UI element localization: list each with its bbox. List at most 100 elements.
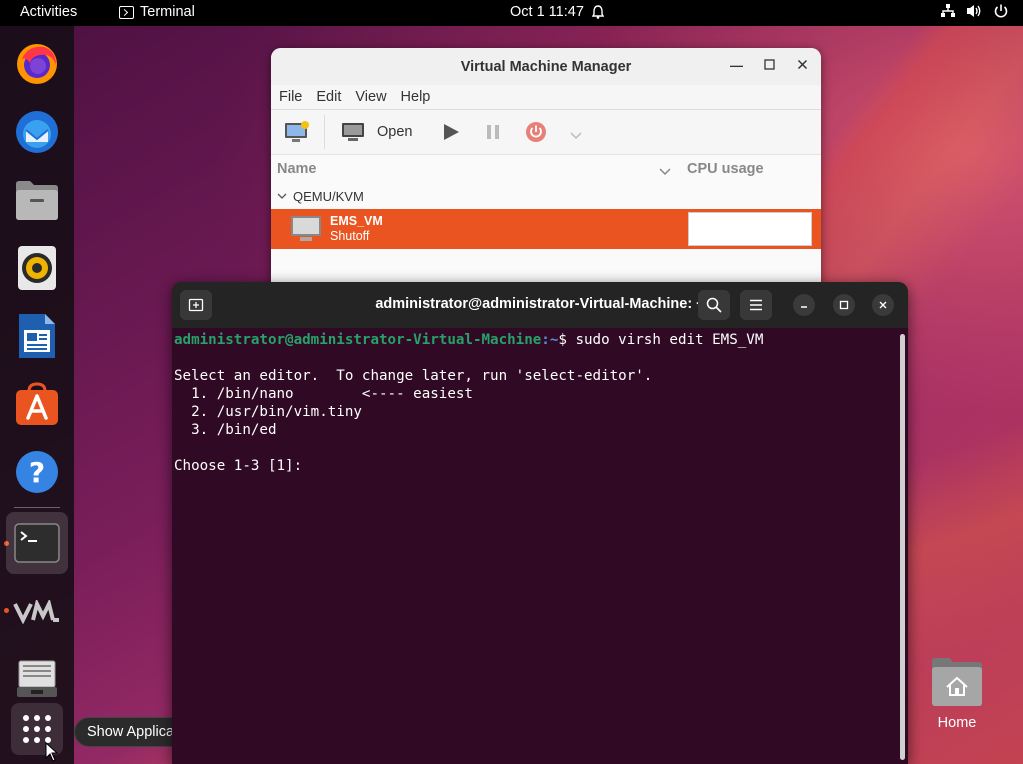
cpu-usage-graph	[688, 212, 812, 246]
chevron-down-icon	[570, 132, 582, 140]
top-bar: Activities Terminal Oct 1 11:47	[0, 0, 1023, 26]
prompt-user: administrator@administrator-Virtual-Mach…	[174, 332, 542, 348]
dock-virt-manager[interactable]	[11, 586, 63, 638]
vmm-titlebar[interactable]: Virtual Machine Manager —	[271, 48, 821, 85]
open-button[interactable]: Open	[341, 122, 412, 142]
shutdown-button[interactable]	[525, 121, 547, 148]
menu-button[interactable]	[740, 290, 772, 320]
dock-writer[interactable]	[11, 310, 63, 362]
thunderbird-icon	[16, 111, 58, 153]
grid-icon	[23, 715, 51, 743]
writer-icon	[19, 314, 55, 358]
vmm-window: Virtual Machine Manager — File Edit View…	[271, 48, 821, 288]
software-icon	[16, 382, 58, 425]
vmm-toolbar: Open	[271, 110, 821, 155]
maximize-icon	[839, 300, 849, 310]
menu-help[interactable]: Help	[401, 89, 431, 105]
pause-icon	[487, 125, 499, 139]
vm-name: EMS_VM	[330, 214, 383, 228]
new-vm-button[interactable]	[284, 120, 310, 149]
output-line: 1. /bin/nano <---- easiest	[174, 386, 473, 402]
home-folder-label: Home	[937, 715, 977, 731]
dock-rhythmbox[interactable]	[11, 242, 63, 294]
svg-text:?: ?	[29, 456, 45, 489]
column-name[interactable]: Name	[277, 161, 317, 177]
terminal-icon	[14, 523, 60, 563]
app-menu-label: Terminal	[140, 4, 195, 20]
menu-view[interactable]: View	[355, 89, 386, 105]
rhythmbox-icon	[18, 246, 56, 290]
system-menu[interactable]	[940, 3, 1009, 19]
column-cpu-usage[interactable]: CPU usage	[687, 161, 764, 177]
connection-group[interactable]: QEMU/KVM	[271, 183, 821, 209]
connection-label: QEMU/KVM	[293, 188, 364, 204]
terminal-icon	[119, 5, 134, 19]
search-icon	[706, 297, 722, 313]
power-icon	[526, 122, 546, 142]
chevron-down-icon	[659, 168, 671, 176]
dock-terminal[interactable]	[6, 512, 68, 574]
activities-button[interactable]: Activities	[20, 4, 77, 20]
alarm-bell-icon	[591, 5, 605, 19]
terminal-scrollbar[interactable]	[900, 334, 905, 760]
dock-disk-utility[interactable]	[11, 652, 63, 704]
pause-button[interactable]	[485, 124, 501, 145]
output-line: Select an editor. To change later, run '…	[174, 368, 653, 384]
running-indicator	[4, 608, 9, 613]
close-button[interactable]	[797, 58, 808, 73]
close-button[interactable]	[872, 294, 894, 316]
dock-files[interactable]	[11, 174, 63, 226]
vmm-icon	[13, 600, 59, 624]
menu-edit[interactable]: Edit	[316, 89, 341, 105]
terminal-output[interactable]: administrator@administrator-Virtual-Mach…	[174, 331, 896, 764]
maximize-icon	[764, 59, 775, 70]
disk-icon	[17, 660, 57, 697]
terminal-window: administrator@administrator-Virtual-Mach…	[172, 282, 908, 764]
maximize-button[interactable]	[764, 58, 775, 73]
dock-software[interactable]	[11, 378, 63, 430]
power-icon	[994, 4, 1008, 18]
dock: ?	[0, 26, 74, 764]
maximize-button[interactable]	[833, 294, 855, 316]
prompt-path: :~	[541, 332, 559, 348]
vm-status: Shutoff	[330, 229, 370, 243]
dock-thunderbird[interactable]	[11, 106, 63, 158]
sort-column-button[interactable]	[659, 164, 671, 180]
desktop-home-folder[interactable]: Home	[926, 655, 988, 731]
new-vm-icon	[285, 121, 309, 142]
dock-help[interactable]: ?	[11, 446, 63, 498]
close-icon	[797, 59, 808, 70]
monitor-icon	[342, 123, 364, 141]
minimize-icon	[801, 306, 807, 308]
hamburger-icon	[750, 299, 762, 311]
vm-row[interactable]: EMS_VM Shutoff	[271, 209, 821, 249]
menu-file[interactable]: File	[279, 89, 302, 105]
volume-icon	[967, 5, 981, 17]
chevron-down-icon	[277, 193, 287, 199]
output-line: Choose 1-3 [1]:	[174, 458, 311, 474]
open-button-label: Open	[377, 124, 413, 140]
mouse-cursor-icon	[45, 742, 59, 762]
dock-separator	[14, 507, 60, 508]
output-line: 3. /bin/ed	[174, 422, 277, 438]
clock[interactable]: Oct 1 11:47	[510, 4, 606, 20]
shutdown-menu-button[interactable]	[570, 127, 582, 145]
output-line: 2. /usr/bin/vim.tiny	[174, 404, 362, 420]
minimize-button[interactable]	[793, 294, 815, 316]
network-icon	[941, 4, 955, 17]
close-icon	[879, 301, 887, 309]
firefox-icon	[17, 44, 57, 84]
toolbar-separator	[324, 115, 325, 149]
vmm-title: Virtual Machine Manager	[460, 58, 632, 75]
dock-firefox[interactable]	[11, 38, 63, 90]
files-icon	[16, 181, 58, 220]
help-icon: ?	[16, 451, 58, 493]
search-button[interactable]	[698, 290, 730, 320]
terminal-headerbar[interactable]: administrator@administrator-Virtual-Mach…	[172, 282, 908, 328]
clock-label: Oct 1 11:47	[510, 4, 584, 20]
run-button[interactable]	[442, 123, 460, 146]
minimize-button[interactable]: —	[730, 58, 743, 73]
app-menu[interactable]: Terminal	[119, 4, 195, 20]
vm-list-header: Name CPU usage	[271, 155, 821, 183]
home-folder-icon	[929, 655, 985, 707]
